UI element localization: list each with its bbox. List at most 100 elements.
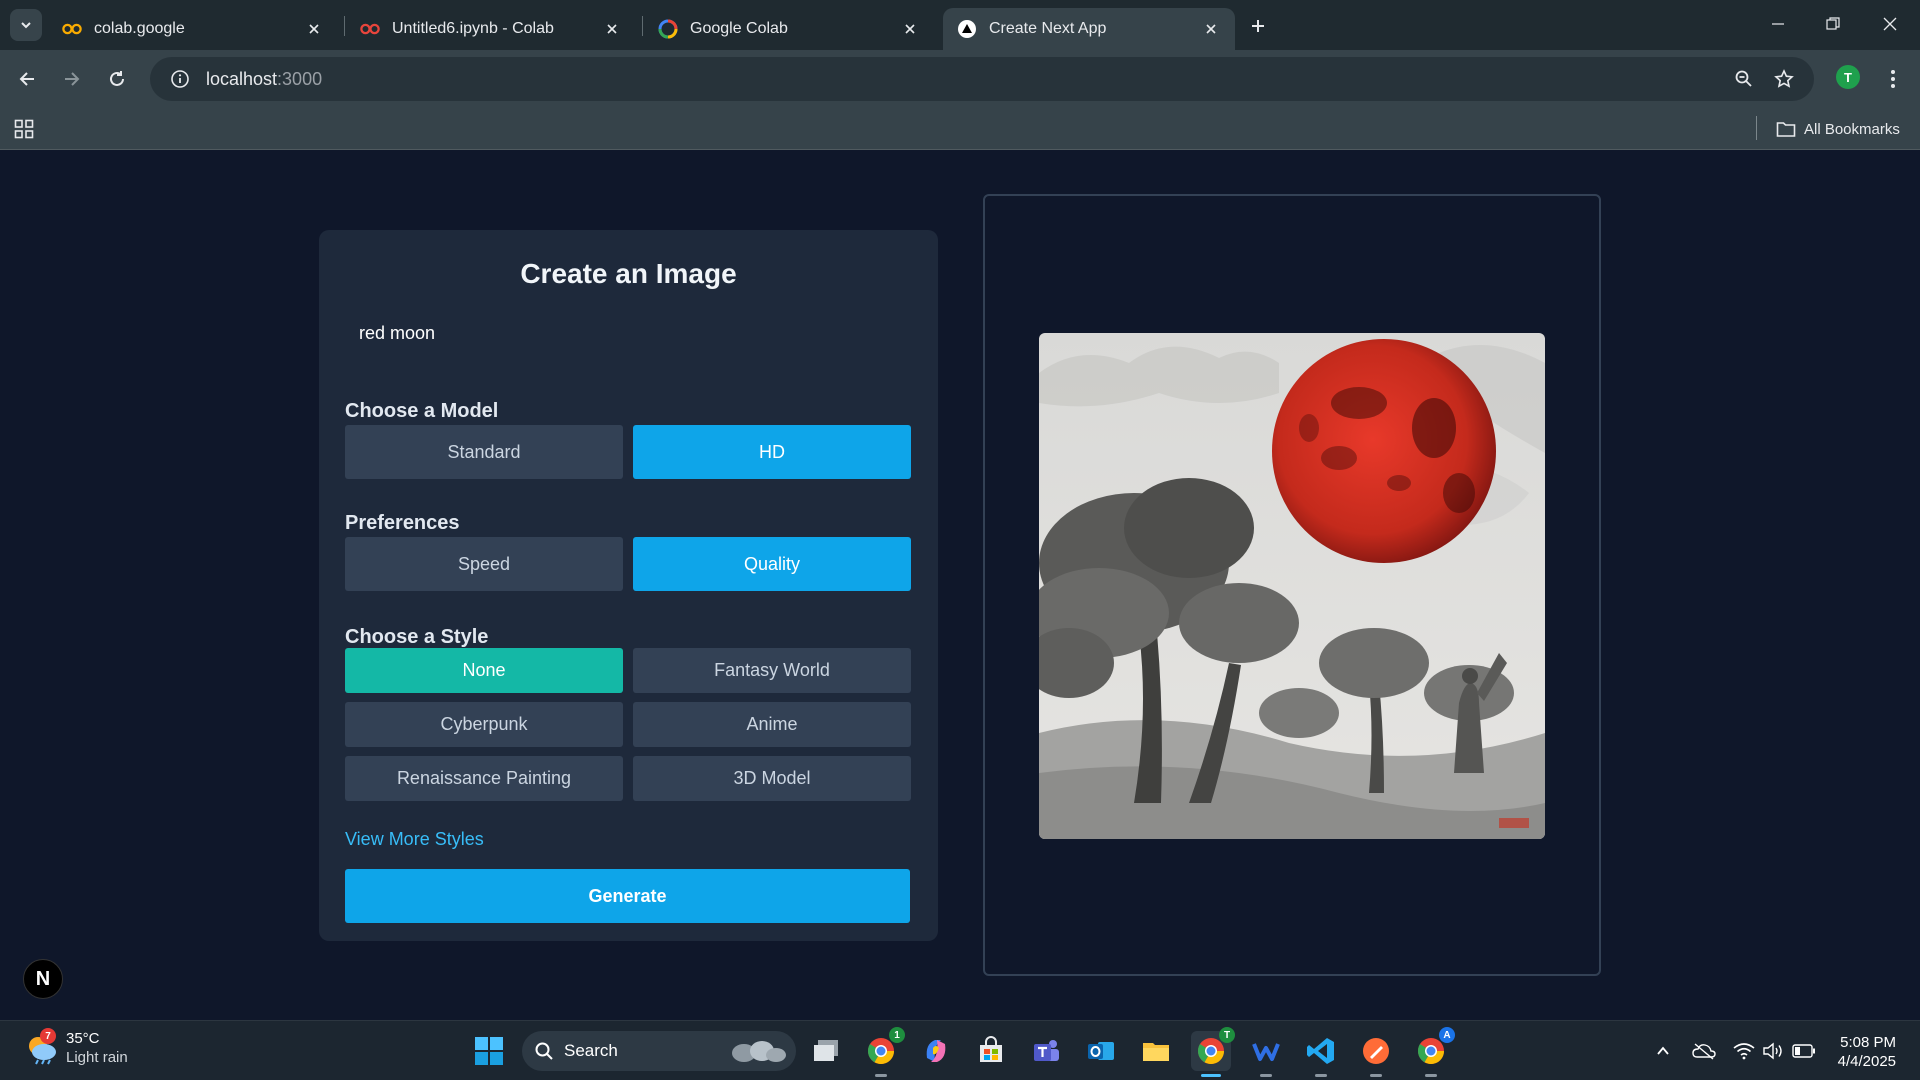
back-button[interactable]	[11, 63, 43, 95]
apps-grid-icon[interactable]	[12, 117, 36, 141]
folder-icon	[1776, 120, 1796, 138]
generated-image[interactable]	[1039, 333, 1545, 839]
reload-button[interactable]	[101, 63, 133, 95]
style-option-cyberpunk[interactable]: Cyberpunk	[345, 702, 623, 747]
store-icon	[980, 1036, 1002, 1062]
close-icon[interactable]	[900, 19, 920, 39]
battery-icon[interactable]	[1792, 1039, 1816, 1063]
restore-icon	[1826, 17, 1840, 30]
colab-icon	[360, 19, 380, 39]
taskbar-chrome-active[interactable]: T	[1191, 1027, 1235, 1077]
tab-strip: colab.google Untitled6.ipynb - Colab Goo…	[0, 0, 1920, 50]
tab-google-colab[interactable]: Google Colab	[644, 8, 934, 50]
task-view-button[interactable]	[806, 1031, 846, 1071]
close-icon[interactable]	[602, 19, 622, 39]
site-info-icon[interactable]	[158, 57, 202, 101]
prompt-input[interactable]	[345, 312, 911, 354]
close-icon[interactable]	[304, 19, 324, 39]
teams-icon	[1034, 1040, 1059, 1061]
nextjs-dev-indicator[interactable]: N	[23, 959, 63, 999]
preference-option-quality[interactable]: Quality	[633, 537, 911, 591]
windows-taskbar: 7 35°C Light rain Search 1 T A 5:08 PM 4…	[0, 1020, 1920, 1080]
star-icon[interactable]	[1768, 63, 1800, 95]
browser-menu-button[interactable]	[1878, 63, 1908, 95]
show-hidden-icons-button[interactable]	[1651, 1039, 1675, 1063]
new-tab-button[interactable]	[1244, 12, 1272, 40]
bookmarks-divider	[1756, 116, 1757, 140]
task-view-icon	[814, 1040, 838, 1061]
generate-button[interactable]: Generate	[345, 869, 910, 923]
system-clock[interactable]: 5:08 PM 4/4/2025	[1834, 1033, 1896, 1071]
search-highlight-icon	[732, 1041, 786, 1062]
style-option-renaissance-painting[interactable]: Renaissance Painting	[345, 756, 623, 801]
style-section-label: Choose a Style	[345, 626, 489, 648]
copilot-icon	[926, 1040, 946, 1062]
all-bookmarks-label: All Bookmarks	[1804, 120, 1900, 138]
minimize-button[interactable]	[1758, 8, 1798, 40]
running-indicator	[875, 1074, 887, 1077]
preference-option-speed[interactable]: Speed	[345, 537, 623, 591]
taskbar-search[interactable]: Search	[522, 1031, 796, 1071]
tab-colab-google[interactable]: colab.google	[48, 8, 338, 50]
running-indicator	[1370, 1074, 1382, 1077]
forward-button[interactable]	[56, 63, 88, 95]
folder-icon	[1143, 1043, 1169, 1061]
taskbar-postman[interactable]	[1356, 1031, 1396, 1077]
taskbar-chrome-2[interactable]: A	[1411, 1027, 1455, 1077]
address-bar[interactable]: localhost:3000	[150, 57, 1814, 101]
colab-icon	[62, 19, 82, 39]
tab-separator	[344, 16, 345, 36]
taskbar-outlook[interactable]	[1081, 1031, 1121, 1071]
close-icon[interactable]	[1201, 19, 1221, 39]
style-option-3d-model[interactable]: 3D Model	[633, 756, 911, 801]
restore-button[interactable]	[1813, 8, 1853, 40]
preferences-section-label: Preferences	[345, 512, 460, 534]
model-option-hd[interactable]: HD	[633, 425, 911, 479]
tab-search-button[interactable]	[10, 9, 42, 41]
running-indicator	[1425, 1074, 1437, 1077]
close-window-button[interactable]	[1870, 8, 1910, 40]
style-option-fantasy-world[interactable]: Fantasy World	[633, 648, 911, 693]
weather-widget[interactable]: 7 35°C Light rain	[24, 1028, 128, 1067]
taskbar-store[interactable]	[971, 1031, 1011, 1071]
wifi-icon[interactable]	[1732, 1039, 1756, 1063]
taskbar-vscode[interactable]	[1301, 1031, 1341, 1077]
taskbar-chrome-1[interactable]: 1	[861, 1027, 905, 1077]
postman-icon	[1363, 1038, 1389, 1064]
weather-badge: 7	[40, 1028, 56, 1044]
profile-badge: T	[1219, 1027, 1235, 1043]
view-more-styles-link[interactable]: View More Styles	[345, 829, 484, 850]
profile-avatar[interactable]: T	[1836, 65, 1860, 89]
taskbar-app-w[interactable]	[1246, 1031, 1286, 1077]
clock-time: 5:08 PM	[1840, 1034, 1896, 1051]
tab-title: Create Next App	[989, 20, 1107, 37]
chevron-up-icon	[1657, 1046, 1669, 1055]
taskbar-copilot[interactable]	[916, 1031, 956, 1071]
active-indicator	[1201, 1074, 1221, 1077]
search-icon	[535, 1042, 553, 1060]
zoom-icon[interactable]	[1728, 63, 1760, 95]
search-label: Search	[564, 1041, 618, 1060]
onedrive-icon[interactable]	[1692, 1039, 1716, 1063]
weather-temperature: 35°C	[66, 1030, 100, 1047]
model-option-standard[interactable]: Standard	[345, 425, 623, 479]
taskbar-file-explorer[interactable]	[1136, 1031, 1176, 1071]
image-preview-panel	[983, 194, 1601, 976]
all-bookmarks-button[interactable]: All Bookmarks	[1776, 116, 1900, 142]
url-port: :3000	[277, 68, 323, 89]
more-vert-icon	[1891, 70, 1895, 88]
nextjs-icon	[957, 19, 977, 39]
volume-icon[interactable]	[1761, 1039, 1785, 1063]
style-option-none[interactable]: None	[345, 648, 623, 693]
taskbar-teams[interactable]	[1026, 1031, 1066, 1071]
running-indicator	[1260, 1074, 1272, 1077]
form-title: Create an Image	[520, 258, 737, 289]
tab-untitled6-colab[interactable]: Untitled6.ipynb - Colab	[346, 8, 636, 50]
tab-create-next-app[interactable]: Create Next App	[943, 8, 1235, 50]
style-option-anime[interactable]: Anime	[633, 702, 911, 747]
outlook-icon	[1088, 1042, 1114, 1060]
profile-badge: A	[1439, 1027, 1455, 1043]
start-button[interactable]	[469, 1031, 509, 1071]
chevron-down-icon	[21, 22, 31, 29]
arrow-right-icon	[65, 72, 80, 86]
